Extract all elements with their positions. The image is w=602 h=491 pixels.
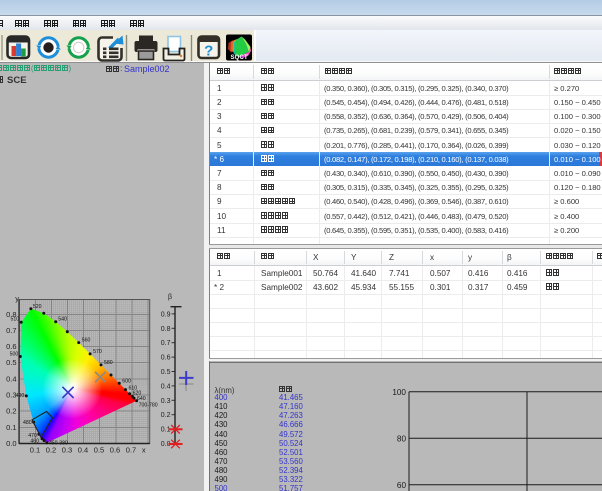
- svg-text:490: 490: [16, 393, 25, 399]
- svg-text:570: 570: [93, 349, 102, 355]
- svg-text:0.5: 0.5: [161, 369, 171, 376]
- svg-text:0.5: 0.5: [94, 446, 104, 455]
- svg-text:0.6: 0.6: [6, 342, 16, 351]
- svg-text:0.3: 0.3: [62, 446, 72, 455]
- svg-text:0.7: 0.7: [161, 340, 171, 347]
- svg-text:SQCT: SQCT: [230, 55, 248, 61]
- svg-text:580: 580: [104, 360, 113, 366]
- svg-text:500: 500: [10, 352, 19, 358]
- svg-text:0.5: 0.5: [6, 358, 16, 367]
- svg-text:?: ?: [204, 43, 213, 60]
- svg-text:0.1: 0.1: [30, 446, 40, 455]
- svg-text:540: 540: [58, 317, 67, 323]
- svg-text:0.2: 0.2: [161, 412, 171, 419]
- svg-text:100: 100: [392, 388, 406, 397]
- svg-text:700-780: 700-780: [139, 403, 158, 409]
- svg-text:60: 60: [397, 481, 407, 490]
- svg-text:0.8: 0.8: [6, 310, 16, 319]
- svg-text:x: x: [142, 446, 146, 455]
- svg-text:0.8: 0.8: [161, 326, 171, 333]
- svg-text:640: 640: [137, 396, 146, 402]
- svg-text:80: 80: [397, 434, 407, 443]
- svg-text:0.7: 0.7: [126, 446, 136, 455]
- svg-text:β: β: [168, 294, 172, 301]
- svg-text:0.0: 0.0: [6, 439, 16, 448]
- svg-text:0.3: 0.3: [6, 391, 16, 400]
- svg-text:600: 600: [122, 378, 131, 384]
- svg-text:0.3: 0.3: [161, 398, 171, 405]
- svg-text:0.6: 0.6: [110, 446, 120, 455]
- svg-text:0.4: 0.4: [78, 446, 88, 455]
- svg-text:0.2: 0.2: [6, 407, 16, 416]
- svg-text:0.7: 0.7: [6, 326, 16, 335]
- svg-text:0.6: 0.6: [161, 355, 171, 362]
- svg-text:0.1: 0.1: [6, 423, 16, 432]
- svg-text:520: 520: [33, 304, 42, 310]
- svg-text:0.2: 0.2: [46, 446, 56, 455]
- svg-text:0.9: 0.9: [161, 311, 171, 318]
- svg-text:460: 460: [30, 439, 39, 445]
- svg-text:y: y: [15, 294, 19, 303]
- svg-text:560: 560: [82, 338, 91, 344]
- svg-text:480: 480: [23, 420, 32, 426]
- svg-text:0.4: 0.4: [161, 383, 171, 390]
- svg-text:0.4: 0.4: [6, 374, 16, 383]
